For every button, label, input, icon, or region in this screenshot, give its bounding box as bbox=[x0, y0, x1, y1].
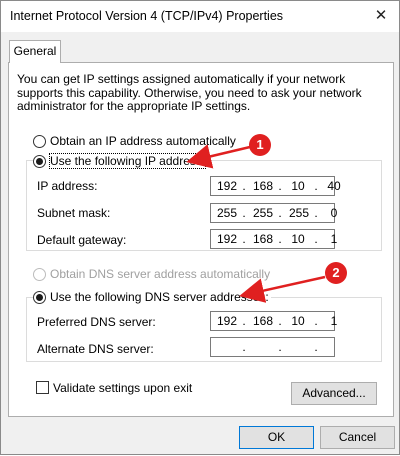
annotation-badge-1: 1 bbox=[249, 134, 271, 156]
ok-button[interactable]: OK bbox=[239, 426, 314, 449]
preferred-dns-input[interactable]: 192. 168. 10. 1 bbox=[210, 311, 337, 331]
close-icon[interactable]: ✕ bbox=[369, 5, 393, 27]
default-gateway-input[interactable]: 192. 168. 10. 1 bbox=[210, 229, 337, 249]
radio-use-following-dns[interactable]: Use the following DNS server addresses: bbox=[33, 290, 271, 304]
radio-label: Obtain DNS server address automatically bbox=[50, 267, 271, 281]
radio-label: Use the following DNS server addresses: bbox=[50, 290, 269, 304]
tab-general[interactable]: General bbox=[9, 40, 61, 63]
default-gateway-label: Default gateway: bbox=[37, 233, 127, 247]
validate-settings-label: Validate settings upon exit bbox=[53, 381, 193, 395]
preferred-dns-label: Preferred DNS server: bbox=[37, 315, 156, 329]
radio-button-icon[interactable] bbox=[33, 134, 46, 148]
alternate-dns-input[interactable]: . . . bbox=[210, 337, 335, 357]
validate-checkbox[interactable] bbox=[36, 381, 49, 394]
dialog-window: Internet Protocol Version 4 (TCP/IPv4) P… bbox=[0, 0, 400, 455]
annotation-badge-2: 2 bbox=[325, 262, 347, 284]
title-bar: Internet Protocol Version 4 (TCP/IPv4) P… bbox=[1, 1, 399, 32]
radio-obtain-ip-auto[interactable]: Obtain an IP address automatically bbox=[33, 134, 236, 148]
ip-address-label: IP address: bbox=[37, 179, 98, 193]
intro-text: You can get IP settings assigned automat… bbox=[17, 72, 362, 113]
alternate-dns-label: Alternate DNS server: bbox=[37, 342, 154, 356]
advanced-button[interactable]: Advanced... bbox=[291, 382, 377, 405]
radio-obtain-dns-auto[interactable]: Obtain DNS server address automatically bbox=[33, 267, 270, 281]
subnet-mask-input[interactable]: 255. 255. 255. 0 bbox=[210, 203, 337, 223]
ip-address-input[interactable]: 192. 168. 10. 40 bbox=[210, 176, 341, 196]
cancel-button[interactable]: Cancel bbox=[320, 426, 395, 449]
subnet-mask-label: Subnet mask: bbox=[37, 206, 111, 220]
radio-button-disabled-icon[interactable] bbox=[33, 267, 46, 281]
radio-label: Use the following IP address: bbox=[48, 153, 207, 169]
radio-button-selected-icon[interactable] bbox=[33, 154, 46, 168]
radio-label: Obtain an IP address automatically bbox=[50, 134, 236, 148]
radio-button-selected-icon[interactable] bbox=[33, 290, 46, 304]
window-title: Internet Protocol Version 4 (TCP/IPv4) P… bbox=[10, 9, 284, 23]
radio-use-following-ip[interactable]: Use the following IP address: bbox=[33, 153, 208, 169]
